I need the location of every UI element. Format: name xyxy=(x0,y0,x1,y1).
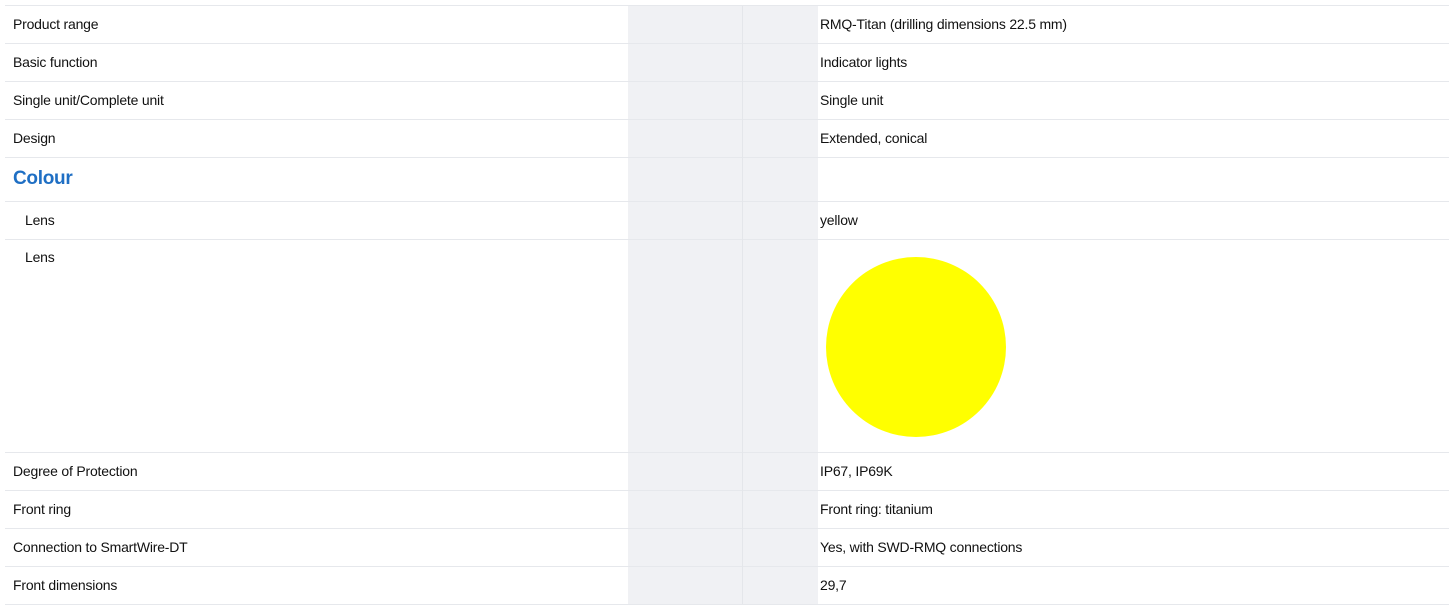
spec-row-degree-of-protection: Degree of Protection IP67, IP69K xyxy=(5,452,1449,491)
spec-label: Design xyxy=(5,119,628,158)
spec-row-front-ring: Front ring Front ring: titanium xyxy=(5,490,1449,529)
spec-label: Front ring xyxy=(5,490,628,529)
spec-row-single-complete-unit: Single unit/Complete unit Single unit xyxy=(5,81,1449,120)
section-row-colour: Colour xyxy=(5,157,1449,202)
spec-value: 29,7 xyxy=(818,566,1449,605)
spec-table: Product range RMQ-Titan (drilling dimens… xyxy=(5,5,1449,605)
spec-row-design: Design Extended, conical xyxy=(5,119,1449,158)
spec-value: yellow xyxy=(818,201,1449,240)
spec-row-smartwire: Connection to SmartWire-DT Yes, with SWD… xyxy=(5,528,1449,567)
spec-label: Degree of Protection xyxy=(5,452,628,491)
spec-label: Lens xyxy=(5,239,628,453)
spec-row-front-dimensions: Front dimensions 29,7 xyxy=(5,566,1449,605)
spec-row-lens: Lens yellow xyxy=(5,201,1449,240)
lens-colour-swatch xyxy=(826,257,1006,437)
spec-row-product-range: Product range RMQ-Titan (drilling dimens… xyxy=(5,5,1449,44)
spec-label: Lens xyxy=(5,201,628,240)
spec-value: RMQ-Titan (drilling dimensions 22.5 mm) xyxy=(818,5,1449,44)
spec-value: Indicator lights xyxy=(818,43,1449,82)
spec-value: Front ring: titanium xyxy=(818,490,1449,529)
spec-label: Basic function xyxy=(5,43,628,82)
spec-row-lens-swatch: Lens xyxy=(5,239,1449,453)
spec-label: Single unit/Complete unit xyxy=(5,81,628,120)
spec-label: Product range xyxy=(5,5,628,44)
spec-value: Single unit xyxy=(818,81,1449,120)
spec-value: IP67, IP69K xyxy=(818,452,1449,491)
spec-row-basic-function: Basic function Indicator lights xyxy=(5,43,1449,82)
section-title-colour: Colour xyxy=(5,157,628,202)
spec-label: Connection to SmartWire-DT xyxy=(5,528,628,567)
spec-label: Front dimensions xyxy=(5,566,628,605)
spec-value: Yes, with SWD-RMQ connections xyxy=(818,528,1449,567)
spec-value: Extended, conical xyxy=(818,119,1449,158)
lens-swatch-cell xyxy=(818,239,1449,453)
